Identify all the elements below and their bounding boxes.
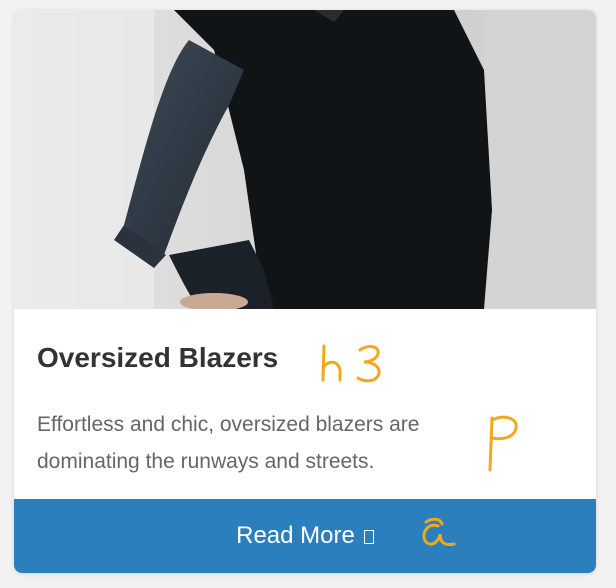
card-description: Effortless and chic, oversized blazers a… <box>37 413 420 473</box>
article-image <box>14 10 596 309</box>
card-title: Oversized Blazers <box>37 342 279 373</box>
arrow-right-icon <box>363 530 374 544</box>
article-card: Oversized Blazers Effortless and chic, o… <box>14 10 596 573</box>
read-more-button[interactable]: Read More <box>14 499 596 573</box>
read-more-label: Read More <box>236 522 355 549</box>
